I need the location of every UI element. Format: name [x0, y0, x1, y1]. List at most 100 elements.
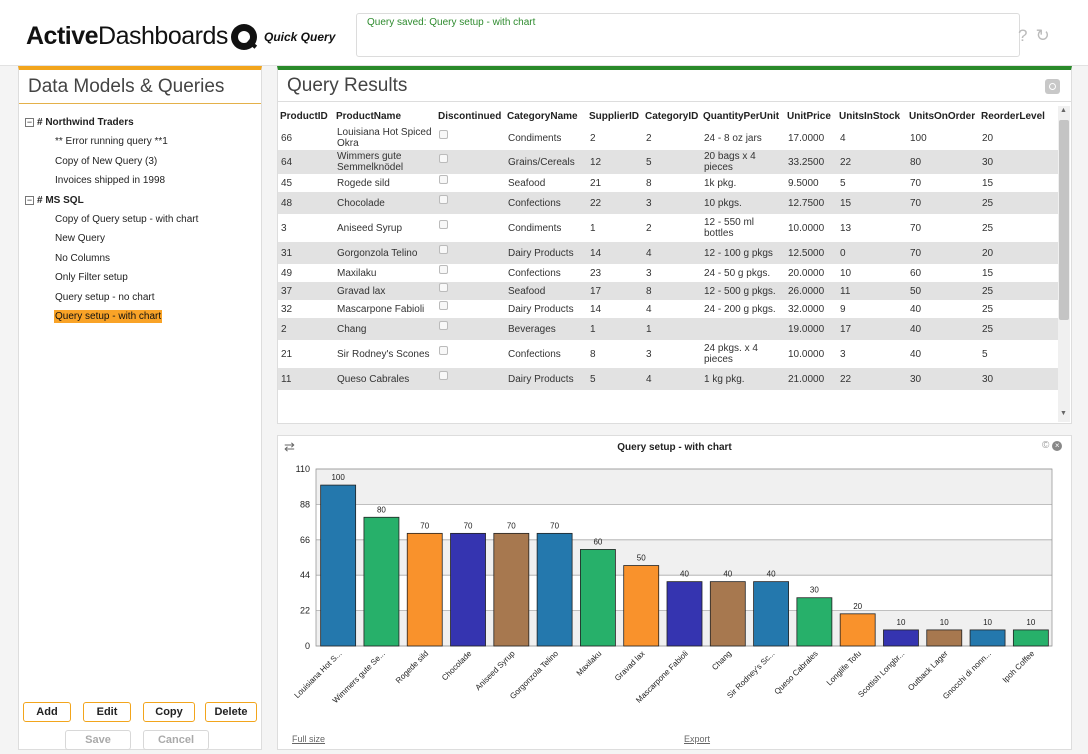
y-tick-label: 110 — [296, 464, 310, 474]
bar — [450, 532, 486, 647]
save-button[interactable]: Save — [65, 730, 131, 750]
column-header[interactable]: ReorderLevel — [979, 106, 1058, 126]
copy-button[interactable]: Copy — [143, 702, 195, 722]
tree-item[interactable]: Copy of New Query (3) — [25, 152, 255, 172]
collapse-icon[interactable]: − — [25, 195, 34, 205]
table-row[interactable]: 64 Wimmers gute Semmelknödel Grains/Cereal… — [278, 150, 1058, 174]
x-tick-label: Longlife Tofu — [825, 649, 863, 687]
tree-item-label: Query setup - with chart — [54, 310, 163, 323]
table-cell: 33.2500 — [785, 150, 837, 174]
table-cell: 9 — [840, 303, 846, 315]
table-cell: 15 — [837, 192, 907, 214]
x-tick-label: Rogede sild — [394, 649, 430, 685]
table-row[interactable]: 11 Queso Cabrales Dairy Products 5 4 1 kg pkg… — [278, 368, 1058, 390]
column-header[interactable]: CategoryName — [505, 106, 587, 126]
x-tick-label: Chang — [710, 649, 733, 672]
discontinued-checkbox — [439, 129, 448, 139]
scroll-down-icon[interactable]: ▼ — [1060, 410, 1067, 417]
tree-group[interactable]: − # MS SQL — [25, 191, 255, 210]
table-cell: 25 — [979, 282, 1058, 300]
chart-title: Query setup - with chart — [617, 442, 732, 453]
table-cell: 12 - 100 g pkgs — [701, 242, 785, 264]
edit-button[interactable]: Edit — [83, 702, 131, 722]
column-header[interactable]: SupplierID — [587, 106, 643, 126]
table-cell: 3 — [646, 267, 652, 279]
column-header[interactable]: UnitPrice — [785, 106, 837, 126]
table-row[interactable]: 21 Sir Rodney's Scones Confections 8 3 24 pkg… — [278, 340, 1058, 368]
discontinued-cell — [436, 282, 505, 300]
bar — [883, 629, 919, 647]
add-button[interactable]: Add — [23, 702, 71, 722]
tree-item[interactable]: Copy of Query setup - with chart — [25, 210, 255, 230]
table-cell: 10 pkgs. — [701, 192, 785, 214]
bar — [406, 532, 443, 647]
tree-item[interactable]: Only Filter setup — [25, 268, 255, 288]
table-row[interactable]: 2 Chang Beverages 1 1 19.0000 17 40 25 — [278, 318, 1058, 340]
tree-group-label: # MS SQL — [37, 194, 84, 206]
table-cell: 5 — [840, 177, 846, 189]
table-cell: 4 — [840, 132, 846, 144]
data-label: 70 — [420, 521, 429, 530]
y-tick-label: 88 — [300, 499, 310, 509]
tree-item[interactable]: No Columns — [25, 249, 255, 269]
table-cell: Gorgonzola Telino — [334, 242, 436, 264]
results-table: ProductID ProductName Discontinued Category… — [278, 106, 1058, 390]
tree-group[interactable]: − # Northwind Traders — [25, 113, 255, 132]
table-cell: 12 — [587, 150, 643, 174]
tree-item[interactable]: ** Error running query **1 — [25, 132, 255, 152]
table-row[interactable]: 37 Gravad lax Seafood 17 8 12 - 500 g pkgs. 26… — [278, 282, 1058, 300]
table-cell: 20 bags x 4 pieces — [701, 150, 785, 174]
table-row[interactable]: 3 Aniseed Syrup Condiments 1 2 12 - 550 ml bo… — [278, 214, 1058, 242]
refresh-icon[interactable]: ↻ — [1035, 26, 1049, 45]
table-cell: 20.0000 — [788, 267, 825, 279]
table-cell: 3 — [281, 222, 287, 234]
column-header[interactable]: CategoryID — [643, 106, 701, 126]
collapse-icon[interactable]: − — [25, 118, 34, 127]
copyright-icon[interactable]: © — [1042, 440, 1049, 451]
table-row[interactable]: 32 Mascarpone Fabioli Dairy Products 14 4 24 … — [278, 300, 1058, 318]
discontinued-checkbox — [439, 320, 448, 330]
bar — [753, 581, 789, 647]
scroll-thumb[interactable] — [1059, 120, 1069, 320]
table-row[interactable]: 66 Louisiana Hot Spiced Okra Condiments 2 2 2… — [278, 126, 1058, 150]
discontinued-checkbox — [439, 282, 448, 292]
export-link[interactable]: Export — [684, 734, 710, 744]
tree-group-label: # Northwind Traders — [37, 117, 134, 128]
table-cell: 10.0000 — [788, 348, 825, 360]
delete-button[interactable]: Delete — [205, 702, 257, 722]
column-header[interactable]: ProductID — [278, 106, 334, 126]
table-cell: 70 — [907, 242, 979, 264]
table-cell: 14 — [587, 242, 643, 264]
table-row[interactable]: 45 Rogede sild Seafood 21 8 1k pkg. 9.5000 5 70 1… — [278, 174, 1058, 192]
tree-item[interactable]: New Query — [25, 229, 255, 249]
cancel-button[interactable]: Cancel — [143, 730, 209, 750]
full-size-link[interactable]: Full size — [292, 734, 325, 744]
column-header[interactable]: ProductName — [334, 106, 436, 126]
tree-item[interactable]: Query setup - no chart — [25, 288, 255, 308]
settings-icon[interactable] — [1045, 79, 1060, 94]
column-header[interactable]: UnitsInStock — [837, 106, 907, 126]
tree-item[interactable]: Invoices shipped in 1998 — [25, 171, 255, 191]
table-cell: 19.0000 — [785, 318, 837, 340]
table-cell: 1 kg pkg. — [701, 368, 785, 390]
table-cell: 24 - 8 oz jars — [704, 132, 762, 144]
column-header[interactable]: Discontinued — [436, 106, 505, 126]
table-cell: 2 — [646, 132, 652, 144]
column-header[interactable]: QuantityPerUnit — [701, 106, 785, 126]
table-scrollbar[interactable]: ▲ ▼ — [1058, 106, 1070, 422]
column-header[interactable]: UnitsOnOrder — [907, 106, 979, 126]
scroll-up-icon[interactable]: ▲ — [1060, 107, 1067, 114]
table-row[interactable]: 31 Gorgonzola Telino Dairy Products 14 4 12 -… — [278, 242, 1058, 264]
close-icon[interactable]: × — [1052, 441, 1063, 451]
table-cell: 25 — [982, 303, 994, 315]
discontinued-checkbox — [439, 153, 448, 163]
tree-item[interactable]: Query setup - with chart — [25, 307, 255, 327]
help-icon[interactable]: ? — [1018, 26, 1027, 45]
table-cell: 12.7500 — [785, 192, 837, 214]
table-cell: 80 — [907, 150, 979, 174]
table-cell: Gravad lax — [334, 282, 436, 300]
table-row[interactable]: 48 Chocolade Confections 22 3 10 pkgs. 12.7500… — [278, 192, 1058, 214]
discontinued-cell — [436, 368, 505, 390]
table-row[interactable]: 49 Maxilaku Confections 23 3 24 - 50 g pkgs. 2… — [278, 264, 1058, 282]
table-cell: 37 — [278, 282, 334, 300]
